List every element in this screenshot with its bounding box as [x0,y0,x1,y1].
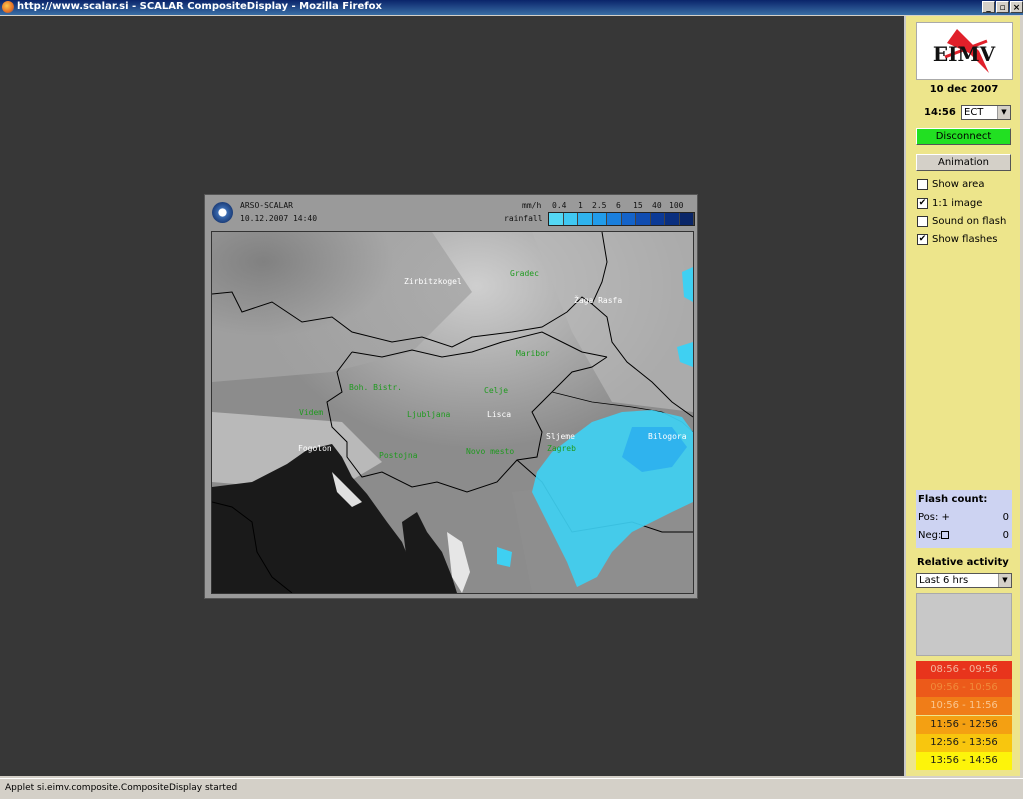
scale-swatch [650,213,665,225]
restore-button[interactable]: ▫ [996,1,1009,13]
activity-graph [916,593,1012,656]
show-area-checkbox[interactable]: Show area [917,179,984,190]
minimize-button[interactable]: _ [982,1,995,13]
scale-swatch [563,213,578,225]
scale-swatch [578,213,593,225]
neg-count: 0 [1002,530,1009,541]
sound-on-flash-checkbox[interactable]: Sound on flash [917,216,1006,227]
firefox-icon [2,1,14,13]
scale-swatch [665,213,680,225]
checkbox-box[interactable] [917,179,928,190]
interval-row: 10:56 - 11:56 [916,697,1012,715]
rainfall-color-scale [548,212,695,226]
checkbox-label: Show flashes [932,234,998,245]
scale-value: 40 [652,201,662,210]
interval-row: 08:56 - 09:56 [916,661,1012,679]
city-label: Zirbitzkogel [404,277,462,286]
period-select[interactable]: Last 6 hrs ▼ [916,573,1012,588]
eimv-logo-icon: EIMV [933,29,996,73]
checkbox-box[interactable]: ✔ [917,234,928,245]
eimv-logo: EIMV [916,22,1013,80]
pos-label: Pos: + [918,512,950,523]
terrain-map-graphic [212,232,693,593]
scale-swatch [607,213,622,225]
city-label: Lisca [487,410,512,419]
status-text: Applet si.eimv.composite.CompositeDispla… [5,783,238,793]
period-value: Last 6 hrs [919,575,969,586]
map-datetime: 10.12.2007 14:40 [240,214,318,223]
show-flashes-checkbox[interactable]: ✔ Show flashes [917,234,998,245]
scale-swatch [549,213,564,225]
city-label: Celje [484,386,509,395]
scale-value: 100 [669,201,684,210]
scale-value: 0.4 [552,201,567,210]
city-label: Zagreb [547,444,576,453]
close-button[interactable]: × [1010,1,1023,13]
scale-value: 1 [578,201,583,210]
city-label: Videm [299,408,324,417]
flash-count-title: Flash count: [918,494,988,505]
chevron-down-icon: ▼ [997,106,1010,119]
timezone-select[interactable]: ECT ▼ [961,105,1011,120]
scale-value: 2.5 [592,201,607,210]
radar-map[interactable]: Zirbitzkogel Gradec Žaga Rasfa Maribor B… [211,231,694,594]
city-label: Sljeme [546,432,575,441]
relative-activity-label: Relative activity [917,557,1009,568]
date-label: 10 dec 2007 [929,84,999,95]
scale-label: rainfall [504,214,543,223]
scale-unit: mm/h [522,201,542,210]
scale-swatch [621,213,636,225]
scale-value: 15 [633,201,643,210]
radar-map-panel: ARSO-SCALAR 10.12.2007 14:40 mm/h 0.4 1 … [204,194,698,599]
checkbox-label: Show area [932,179,985,190]
city-label: Žaga Rasfa [574,296,623,305]
flash-count-box: Flash count: Pos: + 0 Neg: 0 [916,490,1012,548]
scale-value: 6 [616,201,621,210]
city-label: Boh. Bistr. [349,383,402,392]
window-titlebar: http://www.scalar.si - SCALAR CompositeD… [0,0,1023,15]
city-label: Postojna [379,451,418,460]
disconnect-button[interactable]: Disconnect [916,128,1011,145]
time-label: 14:56 [924,107,956,118]
checkbox-box[interactable] [917,216,928,227]
timezone-value: ECT [964,107,984,118]
city-label: Fogolon [298,444,332,453]
map-source-label: ARSO-SCALAR [240,201,293,210]
pos-count: 0 [1002,512,1009,523]
checkbox-label: Sound on flash [932,216,1007,227]
checkbox-label: 1:1 image [932,198,983,209]
square-icon [941,531,949,539]
chevron-down-icon: ▼ [998,574,1011,587]
city-label: Novo mesto [466,447,515,456]
arso-logo-icon [212,202,233,223]
control-panel: EIMV 10 dec 2007 14:56 ECT ▼ Disconnect … [904,16,1020,776]
checkbox-box[interactable]: ✔ [917,198,928,209]
scale-swatch [679,213,694,225]
city-label: Ljubljana [407,410,451,419]
one-to-one-image-checkbox[interactable]: ✔ 1:1 image [917,198,982,209]
interval-row: 09:56 - 10:56 [916,679,1012,697]
city-label: Gradec [510,269,539,278]
window-title: http://www.scalar.si - SCALAR CompositeD… [17,1,382,12]
city-label: Bilogora [648,432,687,441]
interval-row: 11:56 - 12:56 [916,716,1012,734]
status-bar: Applet si.eimv.composite.CompositeDispla… [0,778,1023,799]
interval-row: 12:56 - 13:56 [916,734,1012,752]
animation-button[interactable]: Animation [916,154,1011,171]
interval-row: 13:56 - 14:56 [916,752,1012,770]
scale-swatch [592,213,607,225]
scale-swatch [636,213,651,225]
neg-label: Neg: [918,530,942,541]
logo-text: EIMV [933,42,996,66]
city-label: Maribor [516,349,550,358]
